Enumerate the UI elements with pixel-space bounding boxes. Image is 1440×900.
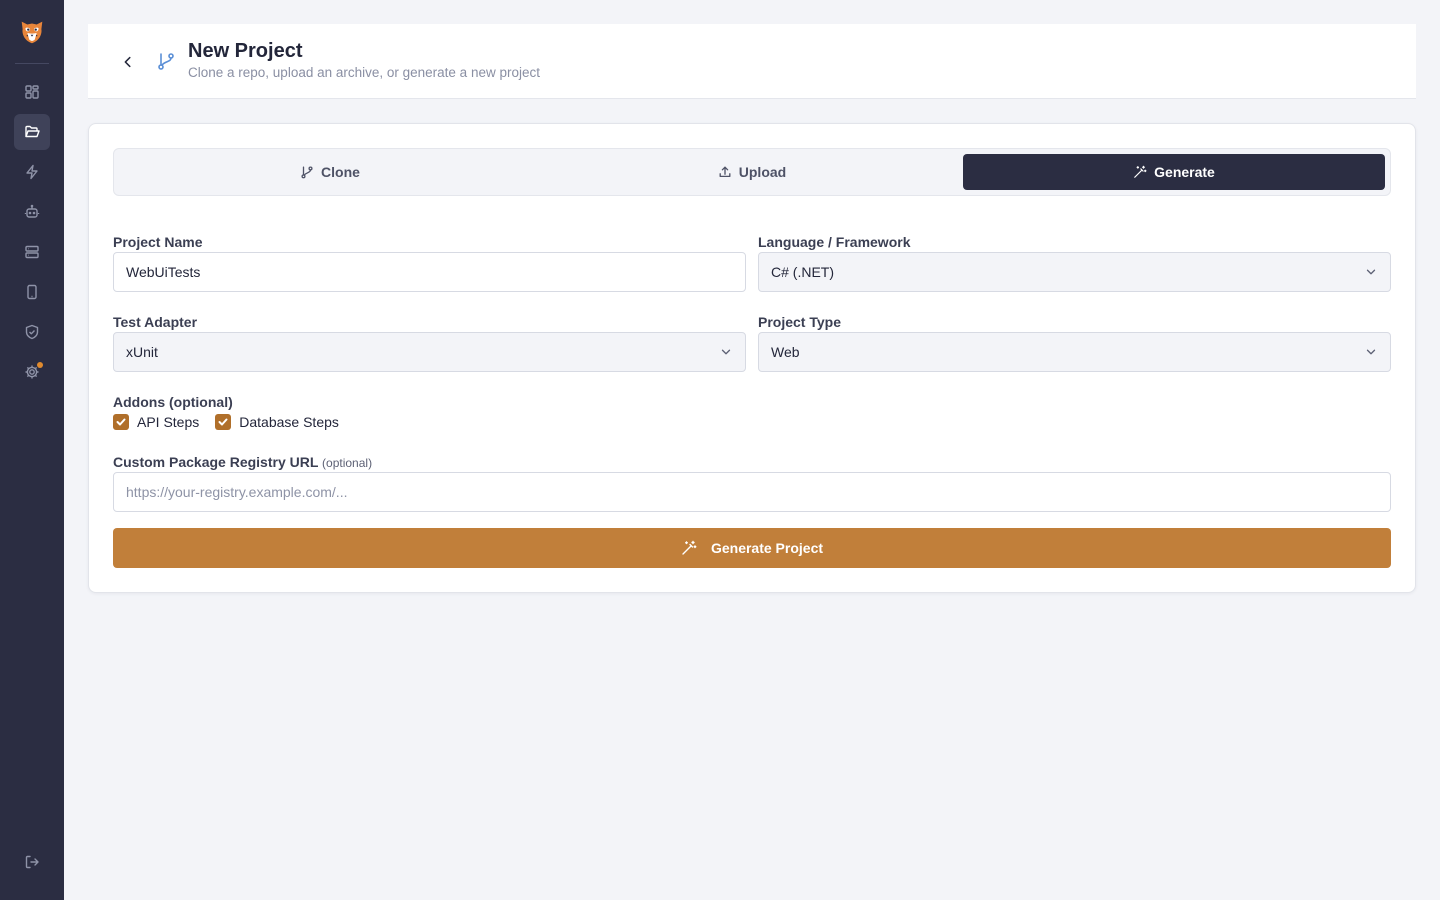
check-icon [116, 418, 126, 426]
project-name-input[interactable] [113, 252, 746, 292]
test-adapter-value: xUnit [126, 344, 158, 360]
folder-open-icon [25, 125, 40, 138]
registry-url-optional: (optional) [322, 456, 373, 470]
magic-wand-icon [682, 540, 697, 555]
addons-group: API Steps Database Steps [113, 414, 355, 430]
project-type-label: Project Type [758, 314, 841, 330]
new-project-card: Clone Upload Generate Project Name Langu… [88, 123, 1416, 593]
registry-url-label-text: Custom Package Registry URL [113, 454, 319, 470]
tab-clone-label: Clone [321, 164, 360, 180]
sidebar-divider [15, 63, 49, 64]
api-steps-label: API Steps [137, 414, 200, 430]
back-button[interactable] [118, 52, 138, 72]
test-adapter-select[interactable]: xUnit [113, 332, 746, 372]
generate-project-label: Generate Project [710, 540, 824, 556]
tab-clone[interactable]: Clone [119, 154, 541, 190]
sidebar-item-runs[interactable] [14, 154, 50, 190]
language-label: Language / Framework [758, 234, 911, 250]
sidebar-item-servers[interactable] [14, 234, 50, 270]
cheetah-logo-icon[interactable] [16, 15, 48, 47]
sidebar-item-settings[interactable] [14, 354, 50, 390]
magic-wand-icon [1134, 165, 1147, 178]
api-steps-checkbox[interactable]: API Steps [113, 414, 199, 430]
chevron-down-icon [1366, 269, 1376, 275]
registry-url-input[interactable] [113, 472, 1391, 512]
git-branch-icon [158, 53, 174, 70]
lightning-icon [26, 164, 38, 180]
mobile-icon [27, 284, 37, 300]
source-tabs: Clone Upload Generate [113, 148, 1391, 196]
page-header: New Project Clone a repo, upload an arch… [88, 24, 1416, 99]
test-adapter-label: Test Adapter [113, 314, 198, 330]
server-icon [25, 245, 39, 259]
sidebar-item-security[interactable] [14, 314, 50, 350]
sidebar-item-agents[interactable] [14, 194, 50, 230]
chevron-down-icon [721, 349, 731, 355]
language-select[interactable]: C# (.NET) [758, 252, 1391, 292]
chevron-left-icon [124, 56, 131, 68]
checkbox-checked[interactable] [215, 414, 232, 430]
tab-generate[interactable]: Generate [963, 154, 1385, 190]
checkbox-checked[interactable] [113, 414, 129, 430]
logout-button[interactable] [14, 844, 50, 880]
logout-icon [25, 855, 39, 869]
project-name-label: Project Name [113, 234, 203, 250]
tab-upload-label: Upload [738, 164, 787, 180]
language-value: C# (.NET) [771, 264, 834, 280]
database-steps-label: Database Steps [239, 414, 339, 430]
chevron-down-icon [1366, 349, 1376, 355]
sidebar-item-mobile[interactable] [14, 274, 50, 310]
generate-project-button[interactable]: Generate Project [113, 528, 1391, 568]
database-steps-checkbox[interactable]: Database Steps [215, 414, 339, 430]
shield-icon [25, 324, 39, 340]
robot-icon [24, 204, 40, 218]
notification-dot [37, 362, 43, 368]
page-subtitle: Clone a repo, upload an archive, or gene… [188, 65, 540, 80]
dashboard-icon [25, 85, 39, 99]
project-type-value: Web [771, 344, 800, 360]
tab-generate-label: Generate [1154, 164, 1215, 180]
tab-upload[interactable]: Upload [541, 154, 963, 190]
page-title: New Project [188, 40, 303, 62]
project-type-select[interactable]: Web [758, 332, 1391, 372]
addons-label: Addons (optional) [113, 394, 233, 410]
registry-url-label: Custom Package Registry URL (optional) [113, 454, 372, 470]
sidebar-item-dashboard[interactable] [14, 74, 50, 110]
sidebar-item-projects[interactable] [14, 114, 50, 150]
upload-icon [719, 166, 731, 178]
check-icon [218, 418, 228, 426]
sidebar [0, 0, 64, 900]
git-branch-icon [301, 166, 313, 179]
